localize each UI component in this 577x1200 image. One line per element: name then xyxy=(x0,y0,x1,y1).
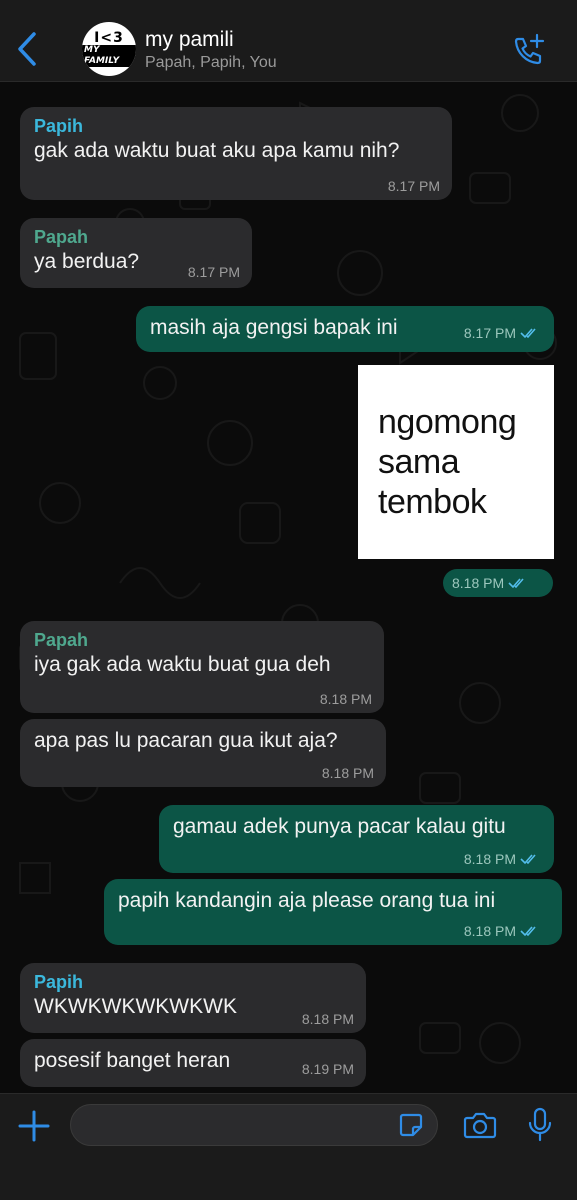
message-bubble-outgoing[interactable]: gamau adek punya pacar kalau gitu 8.18 P… xyxy=(159,805,554,873)
composer-bar xyxy=(0,1093,577,1200)
message-bubble-incoming[interactable]: Papah ya berdua? 8.17 PM xyxy=(20,218,252,288)
message-input[interactable] xyxy=(70,1104,438,1146)
message-time-label: 8.18 PM xyxy=(452,575,505,591)
message-time-label: 8.18 PM xyxy=(463,851,516,867)
camera-icon[interactable] xyxy=(463,1110,497,1140)
message-time-label: 8.18 PM xyxy=(463,923,516,939)
plus-icon[interactable] xyxy=(18,1110,50,1142)
sticker-line: tembok xyxy=(378,483,487,521)
read-ticks-icon xyxy=(520,328,536,339)
message-list[interactable]: Papih gak ada waktu buat aku apa kamu ni… xyxy=(0,83,577,1093)
message-time: 8.18 PM xyxy=(464,851,540,867)
avatar-text-bottom: MY FAMILY xyxy=(82,45,136,67)
group-avatar[interactable]: I<3 MY FAMILY xyxy=(82,22,136,76)
avatar-text-top: I<3 xyxy=(94,30,124,46)
message-bubble-outgoing[interactable]: papih kandangin aja please orang tua ini… xyxy=(104,879,562,945)
sticker-icon[interactable] xyxy=(398,1112,424,1138)
message-text: iya gak ada waktu buat gua deh xyxy=(34,653,331,676)
message-bubble-incoming[interactable]: Papah iya gak ada waktu buat gua deh 8.1… xyxy=(20,621,384,713)
message-time-label: 8.17 PM xyxy=(463,325,516,341)
message-bubble-incoming[interactable]: Papih WKWKWKWKWKWK 8.18 PM xyxy=(20,963,366,1033)
sticker-time-badge: 8.18 PM xyxy=(443,569,553,597)
message-time: 8.17 PM xyxy=(387,178,440,194)
message-bubble-incoming[interactable]: apa pas lu pacaran gua ikut aja? 8.18 PM xyxy=(20,719,386,787)
message-time: 8.18 PM xyxy=(321,765,374,781)
message-text: apa pas lu pacaran gua ikut aja? xyxy=(34,729,338,752)
add-call-icon[interactable] xyxy=(510,32,546,68)
read-ticks-icon xyxy=(520,926,536,937)
message-time: 8.18 PM xyxy=(319,691,372,707)
sender-name: Papah xyxy=(34,227,89,247)
message-text: gak ada waktu buat aku apa kamu nih? xyxy=(34,139,400,162)
microphone-icon[interactable] xyxy=(527,1107,553,1143)
sticker-image[interactable]: ngomong sama tembok xyxy=(358,365,554,559)
message-text: papih kandangin aja please orang tua ini xyxy=(118,889,496,912)
chat-header: I<3 MY FAMILY my pamili Papah, Papih, Yo… xyxy=(0,0,577,82)
sender-name: Papih xyxy=(34,116,84,136)
message-time: 8.18 PM xyxy=(301,1011,354,1027)
chat-participants[interactable]: Papah, Papih, You xyxy=(145,54,277,72)
sender-name: Papah xyxy=(34,630,89,650)
message-text: gamau adek punya pacar kalau gitu xyxy=(173,815,506,838)
read-ticks-icon xyxy=(508,578,524,589)
message-time: 8.18 PM xyxy=(464,923,540,939)
sticker-line: sama xyxy=(378,443,460,481)
message-time: 8.17 PM xyxy=(187,264,240,280)
message-time: 8.19 PM xyxy=(301,1061,354,1077)
message-bubble-incoming[interactable]: posesif banget heran 8.19 PM xyxy=(20,1039,366,1087)
chat-title[interactable]: my pamili xyxy=(145,28,234,52)
message-time: 8.17 PM xyxy=(464,325,540,341)
message-bubble-incoming[interactable]: Papih gak ada waktu buat aku apa kamu ni… xyxy=(20,107,452,200)
read-ticks-icon xyxy=(520,854,536,865)
sticker-line: ngomong xyxy=(378,403,517,441)
chevron-left-icon[interactable] xyxy=(14,30,42,68)
message-bubble-outgoing[interactable]: masih aja gengsi bapak ini 8.17 PM xyxy=(136,306,554,352)
sender-name: Papih xyxy=(34,972,84,992)
